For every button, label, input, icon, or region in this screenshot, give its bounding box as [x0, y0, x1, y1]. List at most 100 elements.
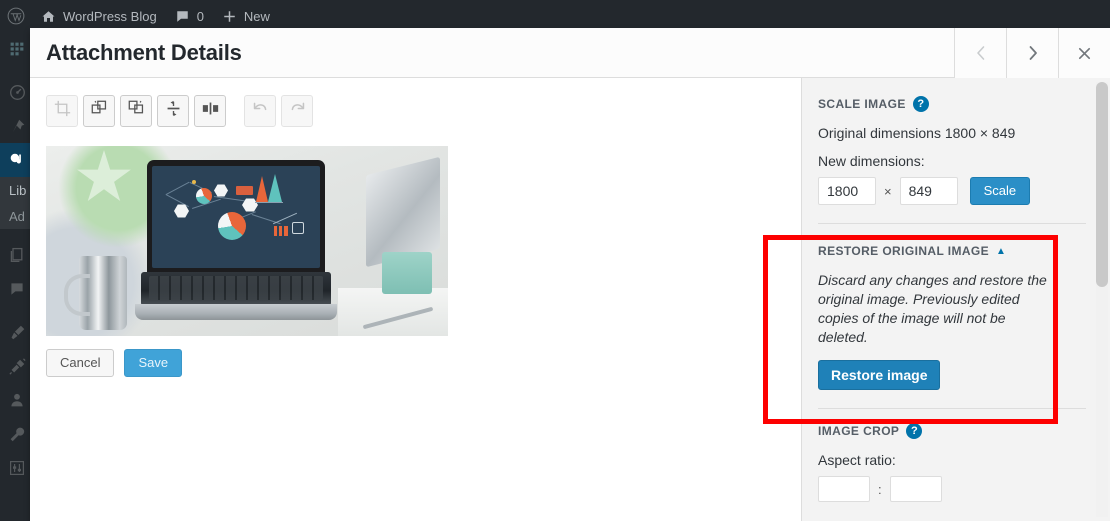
scale-image-heading: SCALE IMAGE ? [818, 96, 1086, 112]
sidebar-item-comments[interactable] [0, 272, 32, 306]
laptop-screen [152, 166, 320, 268]
dashboard-grid-icon [7, 39, 27, 59]
aspect-ratio-height-input[interactable] [889, 476, 942, 502]
crop-icon [54, 100, 71, 122]
dimension-separator: × [884, 183, 892, 199]
editor-action-row: Cancel Save [46, 349, 785, 377]
close-x-icon [1077, 46, 1092, 61]
photo-monitor [366, 156, 440, 268]
restore-image-button[interactable]: Restore image [818, 360, 941, 390]
media-icon [7, 150, 27, 170]
crop-button[interactable] [46, 95, 78, 127]
sidebar-item-tools[interactable] [0, 417, 32, 451]
modal-nav-buttons [954, 28, 1110, 78]
modal-header: Attachment Details [30, 28, 1110, 78]
rotate-counterclockwise-icon [91, 100, 108, 122]
previous-attachment-button[interactable] [954, 28, 1006, 78]
comment-bubble-icon [175, 9, 190, 24]
flip-vertical-button[interactable] [157, 95, 189, 127]
photo-laptop [135, 160, 337, 320]
sidebar-scrollbar[interactable] [1096, 82, 1108, 517]
flip-vertical-icon [165, 100, 182, 122]
sidebar-subitem-library[interactable]: Lib [0, 177, 32, 203]
wordpress-logo-button[interactable] [0, 0, 32, 32]
sidebar-item-dashboard[interactable] [0, 75, 32, 109]
sidebar-item-appearance[interactable] [0, 315, 32, 349]
site-name-label: WordPress Blog [63, 8, 157, 24]
restore-description: Discard any changes and restore the orig… [818, 272, 1047, 345]
undo-button[interactable] [244, 95, 276, 127]
scale-height-input[interactable] [899, 177, 958, 205]
sidebar-item-grid[interactable] [0, 32, 32, 66]
scale-image-heading-label: SCALE IMAGE [818, 97, 906, 111]
restore-original-heading[interactable]: RESTORE ORIGINAL IMAGE ▲ [818, 244, 1086, 258]
sidebar-item-users[interactable] [0, 383, 32, 417]
rotate-left-button[interactable] [83, 95, 115, 127]
divider-1 [818, 223, 1086, 224]
page-title: Attachment Details [46, 39, 242, 65]
wrench-icon [7, 424, 27, 444]
sidebar-item-plugins[interactable] [0, 349, 32, 383]
aspect-ratio-width-input[interactable] [818, 476, 870, 502]
rotate-clockwise-icon [128, 100, 145, 122]
home-icon [41, 9, 56, 24]
sidebar-item-posts[interactable] [0, 109, 32, 143]
laptop-lid [147, 160, 325, 274]
restore-original-section: RESTORE ORIGINAL IMAGE ▲ Discard any cha… [818, 238, 1086, 390]
new-content-label: New [243, 8, 270, 24]
save-button[interactable]: Save [124, 349, 183, 377]
redo-button[interactable] [281, 95, 313, 127]
rotate-right-button[interactable] [120, 95, 152, 127]
restore-original-heading-label: RESTORE ORIGINAL IMAGE [818, 244, 990, 258]
sliders-icon [7, 458, 27, 478]
modal-body: Cancel Save SCALE IMAGE ? Original dimen… [30, 78, 1110, 521]
sidebar-subitem-add-new[interactable]: Ad [0, 203, 32, 229]
aspect-ratio-separator: : [878, 481, 882, 497]
new-dimensions-label: New dimensions: [818, 153, 925, 169]
image-settings-sidebar: SCALE IMAGE ? Original dimensions 1800 ×… [801, 78, 1110, 521]
scale-button[interactable]: Scale [969, 177, 1031, 205]
next-attachment-button[interactable] [1006, 28, 1058, 78]
menu-separator-1 [0, 66, 32, 75]
brush-icon [7, 322, 27, 342]
close-modal-button[interactable] [1058, 28, 1110, 78]
chevron-left-icon [974, 45, 988, 61]
image-crop-heading-label: IMAGE CROP [818, 424, 900, 438]
scale-width-input[interactable] [818, 177, 876, 205]
image-crop-heading: IMAGE CROP ? [818, 423, 1086, 439]
photo-paper [338, 288, 448, 336]
laptop-base [135, 304, 337, 320]
new-dimensions-row: × Scale [818, 177, 1086, 205]
comments-count-label: 0 [196, 8, 204, 24]
attachment-details-modal: Attachment Details Cancel Save SCALE IMA… [30, 28, 1110, 521]
photo-teal-box [382, 252, 432, 294]
user-icon [7, 390, 27, 410]
flip-horizontal-icon [202, 100, 219, 122]
image-edit-toolbar [46, 95, 785, 127]
sidebar-subitem-add-new-label: Ad [9, 208, 25, 224]
undo-arrow-icon [252, 100, 269, 122]
redo-arrow-icon [289, 100, 306, 122]
photo-mug [64, 256, 127, 330]
sidebar-scrollbar-thumb[interactable] [1096, 82, 1108, 287]
aspect-ratio-row: : [818, 476, 1086, 502]
gauge-icon [7, 82, 27, 102]
menu-separator-3 [0, 306, 32, 315]
menu-separator-2 [0, 229, 32, 238]
caret-up-icon[interactable]: ▲ [996, 246, 1006, 257]
pages-icon [7, 245, 27, 265]
help-question-icon[interactable]: ? [906, 423, 923, 439]
pin-icon [7, 116, 27, 136]
laptop-keyboard [141, 272, 331, 306]
cancel-button[interactable]: Cancel [46, 349, 115, 377]
sidebar-item-settings[interactable] [0, 451, 32, 485]
sidebar-item-media[interactable] [0, 143, 32, 177]
chevron-right-icon [1026, 45, 1040, 61]
flip-horizontal-button[interactable] [194, 95, 226, 127]
plug-icon [7, 356, 27, 376]
original-dimensions-text: Original dimensions 1800 × 849 [818, 125, 1016, 141]
sidebar-item-pages[interactable] [0, 238, 32, 272]
help-question-icon[interactable]: ? [912, 96, 929, 112]
comments-icon [7, 279, 27, 299]
attachment-image[interactable] [46, 146, 448, 336]
